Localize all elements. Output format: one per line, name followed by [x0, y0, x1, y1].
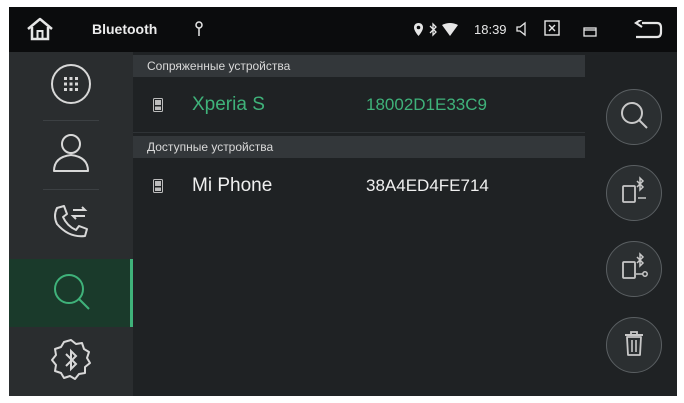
- device-row-available[interactable]: Mi Phone 38A4ED4FE714: [133, 166, 585, 206]
- sidebar-item-search[interactable]: [9, 259, 133, 327]
- phone-icon: [153, 98, 163, 117]
- search-icon: [49, 269, 93, 318]
- phone-bluetooth-link-icon: [619, 251, 649, 287]
- phone-bluetooth-icon: [619, 175, 649, 211]
- screenshot-icon[interactable]: [544, 20, 560, 41]
- bluetooth-screen: Bluetooth 18:39 Сопряженные устройства X…: [9, 7, 677, 396]
- paired-header: Сопряженные устройства: [133, 55, 585, 77]
- sidebar-item-dialpad[interactable]: [9, 52, 133, 120]
- device-mac: 38A4ED4FE714: [366, 176, 489, 195]
- bluetooth-gear-icon: [48, 337, 94, 388]
- trash-icon: [619, 328, 649, 363]
- location-pin-icon: [413, 22, 424, 42]
- dialpad-icon: [49, 62, 93, 111]
- device-list: Сопряженные устройства Xperia S 18002D1E…: [133, 52, 585, 396]
- wifi-icon: [442, 23, 458, 41]
- link-phone-button[interactable]: [606, 241, 662, 297]
- device-name: Mi Phone: [192, 175, 273, 196]
- action-column: [599, 52, 677, 396]
- status-bar: Bluetooth 18:39: [9, 7, 677, 52]
- window-icon[interactable]: [583, 24, 597, 42]
- call-transfer-icon: [49, 200, 93, 249]
- available-header: Доступные устройства: [133, 136, 585, 158]
- sidebar-item-contacts[interactable]: [9, 121, 133, 189]
- sidebar-item-bluetooth-settings[interactable]: [9, 328, 133, 396]
- sidebar: [9, 52, 133, 396]
- row-separator: [133, 132, 585, 133]
- connect-phone-button[interactable]: [606, 165, 662, 221]
- app-title: Bluetooth: [92, 21, 158, 37]
- volume-icon[interactable]: [515, 21, 529, 42]
- sidebar-item-call-log[interactable]: [9, 190, 133, 258]
- person-icon: [51, 131, 91, 180]
- bluetooth-icon: [428, 22, 438, 42]
- usb-icon: [193, 21, 205, 42]
- back-icon[interactable]: [633, 18, 663, 45]
- search-devices-button[interactable]: [606, 89, 662, 145]
- phone-icon: [153, 179, 163, 198]
- delete-device-button[interactable]: [606, 317, 662, 373]
- device-mac: 18002D1E33C9: [366, 95, 487, 114]
- home-icon[interactable]: [25, 17, 55, 46]
- clock: 18:39: [474, 22, 507, 37]
- device-name: Xperia S: [192, 94, 265, 115]
- search-icon: [619, 100, 649, 135]
- device-row-paired[interactable]: Xperia S 18002D1E33C9: [133, 85, 585, 125]
